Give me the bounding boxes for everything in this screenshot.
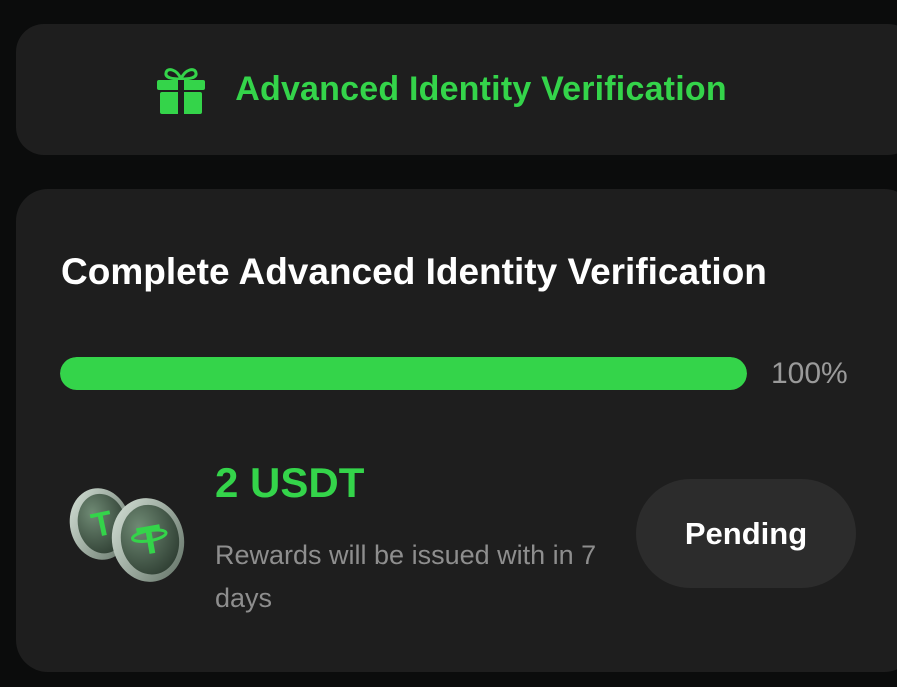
task-title: Complete Advanced Identity Verification <box>61 251 767 292</box>
pending-button[interactable]: Pending <box>636 479 856 588</box>
banner-title: Advanced Identity Verification <box>235 70 727 108</box>
reward-amount: 2 USDT <box>215 459 365 506</box>
banner-content: Advanced Identity Verification <box>155 65 727 115</box>
usdt-coins-icon: T T <box>69 488 185 582</box>
progress-bar <box>60 357 747 390</box>
gift-icon <box>157 67 206 114</box>
task-card: Complete Advanced Identity Verification … <box>16 189 897 672</box>
verification-banner[interactable]: Advanced Identity Verification <box>16 24 897 155</box>
progress-fill <box>60 357 747 390</box>
reward-note: Rewards will be issued with in 7 days <box>215 540 597 613</box>
progress-percent: 100% <box>771 357 848 390</box>
